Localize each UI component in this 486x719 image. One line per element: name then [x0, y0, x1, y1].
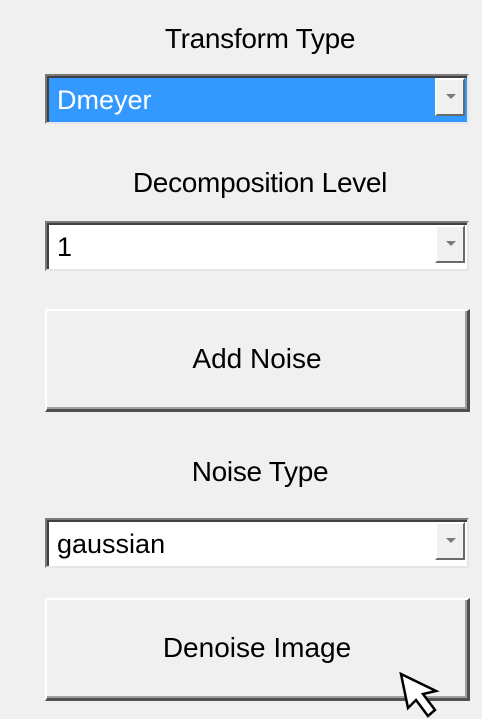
mouse-pointer-icon [399, 672, 440, 718]
decomposition-level-value: 1 [57, 232, 73, 262]
noise-type-label: Noise Type [191, 456, 329, 487]
add-noise-button-label: Add Noise [192, 343, 322, 374]
decomposition-level-dropdown[interactable]: 1 [45, 221, 469, 271]
denoise-image-button-label: Denoise Image [162, 632, 352, 663]
transform-type-value: Dmeyer [57, 85, 152, 115]
decomposition-level-label: Decomposition Level [132, 167, 388, 198]
noise-type-dropdown-button[interactable] [435, 522, 465, 560]
transform-type-dropdown-button[interactable] [435, 78, 465, 116]
noise-type-dropdown[interactable]: gaussian [45, 518, 469, 568]
transform-type-field[interactable]: Dmeyer [47, 76, 467, 122]
add-noise-button[interactable]: Add Noise [45, 309, 470, 412]
chevron-down-icon [446, 538, 456, 543]
decomposition-level-field[interactable]: 1 [47, 223, 467, 269]
transform-type-dropdown[interactable]: Dmeyer [45, 74, 469, 124]
noise-type-value: gaussian [57, 529, 166, 559]
chevron-down-icon [446, 241, 456, 246]
control-panel: Transform Type Dmeyer Decomposition Leve… [0, 0, 486, 719]
chevron-down-icon [446, 94, 456, 99]
transform-type-label: Transform Type [164, 23, 356, 54]
noise-type-field[interactable]: gaussian [47, 520, 467, 566]
panel-edge [482, 0, 486, 719]
decomposition-level-dropdown-button[interactable] [435, 225, 465, 263]
